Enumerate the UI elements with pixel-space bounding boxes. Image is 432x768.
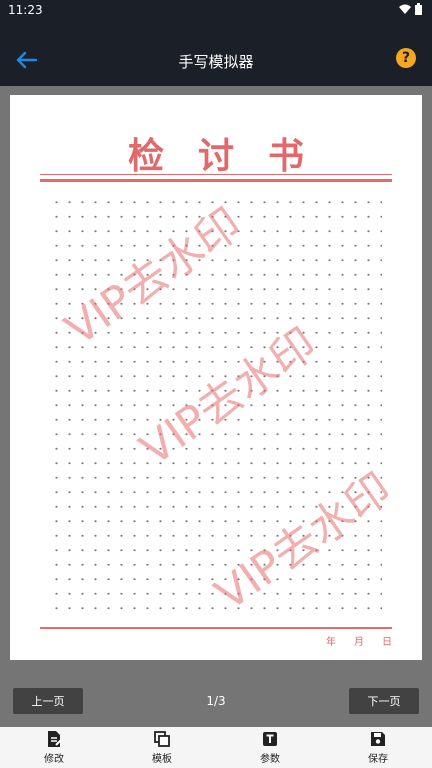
next-page-button[interactable]: 下一页 xyxy=(349,688,419,714)
date-month-label: 月 xyxy=(354,637,364,648)
status-icons xyxy=(399,3,422,15)
status-time: 11:23 xyxy=(8,3,43,17)
nav-label-template: 模板 xyxy=(152,754,172,765)
nav-item-template[interactable]: 模板 xyxy=(108,727,216,768)
copy-template-icon xyxy=(154,731,170,747)
page-title: 手写模拟器 xyxy=(178,53,254,71)
date-day-label: 日 xyxy=(382,637,392,648)
nav-label-edit: 修改 xyxy=(44,754,64,765)
edit-document-icon xyxy=(48,731,62,747)
text-params-icon xyxy=(263,732,277,746)
app-bar: 手写模拟器 ? xyxy=(0,20,432,86)
date-year-label: 年 xyxy=(326,637,336,648)
help-icon[interactable]: ? xyxy=(396,48,416,68)
save-icon xyxy=(371,732,385,746)
nav-label-params: 参数 xyxy=(260,754,280,765)
date-row: 年 月 日 xyxy=(326,633,392,648)
nav-item-edit[interactable]: 修改 xyxy=(0,727,108,768)
handwriting-preview-paper: 检讨书 年 月 日 VIP去水印 VIP去水印 VIP去水印 xyxy=(10,95,422,660)
document-title: 检讨书 xyxy=(127,135,338,177)
header-rule-thick xyxy=(40,179,392,182)
wifi-icon xyxy=(399,4,411,14)
battery-icon xyxy=(415,3,422,15)
nav-item-params[interactable]: 参数 xyxy=(216,727,324,768)
bottom-nav: 修改 模板 参数 保存 xyxy=(0,727,432,768)
header-rule-thin xyxy=(40,174,392,175)
nav-label-save: 保存 xyxy=(368,754,388,765)
nav-item-save[interactable]: 保存 xyxy=(324,727,432,768)
status-bar: 11:23 xyxy=(0,0,432,20)
footer-rule xyxy=(40,627,392,629)
